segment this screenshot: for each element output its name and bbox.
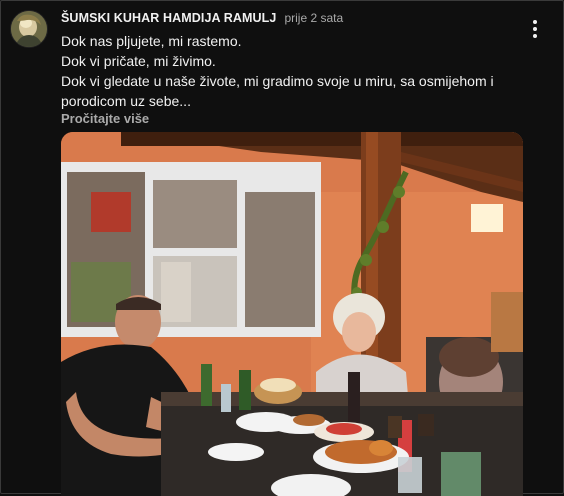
more-vertical-icon-dot-3 [533, 34, 537, 38]
more-vertical-icon-dot-2 [533, 27, 537, 31]
post-header: ŠUMSKI KUHAR HAMDIJA RAMULJ prije 2 sata [61, 11, 343, 25]
photo-illustration [61, 132, 523, 496]
post-line: Dok nas pljujete, mi rastemo. [61, 33, 242, 49]
post-line: Dok vi pričate, mi živimo. [61, 53, 216, 69]
author-name[interactable]: ŠUMSKI KUHAR HAMDIJA RAMULJ [61, 11, 276, 25]
more-vertical-icon [533, 20, 537, 24]
author-avatar[interactable] [10, 10, 48, 48]
avatar-image [11, 11, 47, 47]
community-post: ŠUMSKI KUHAR HAMDIJA RAMULJ prije 2 sata… [0, 0, 564, 496]
post-timestamp[interactable]: prije 2 sata [284, 11, 343, 25]
post-body: Dok nas pljujete, mi rastemo. Dok vi pri… [61, 31, 531, 111]
post-image[interactable] [61, 132, 523, 496]
read-more-link[interactable]: Pročitajte više [61, 111, 149, 126]
post-line: Dok vi gledate u naše živote, mi gradimo… [61, 73, 494, 109]
